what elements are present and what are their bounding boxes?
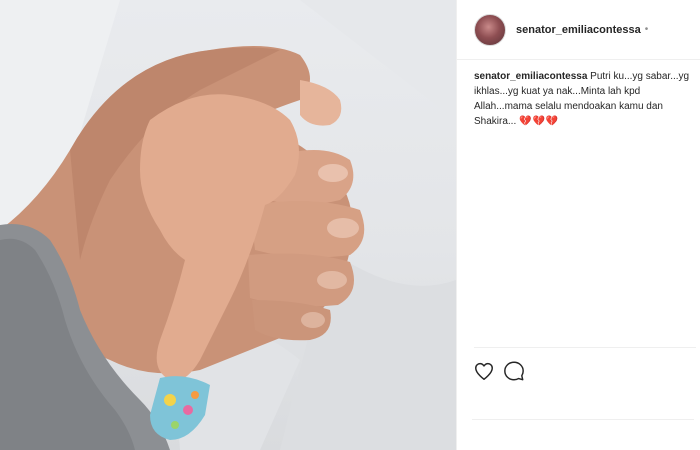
broken-heart-emojis: 💔💔💔 — [519, 116, 560, 127]
actions-divider — [474, 347, 696, 348]
username-link[interactable]: senator_emiliacontessa — [516, 24, 641, 36]
separator-dot: • — [644, 24, 649, 35]
comment-button[interactable] — [503, 360, 525, 382]
post-sidebar: senator_emiliacontessa • senator_emiliac… — [456, 0, 700, 450]
post-photo[interactable] — [0, 0, 456, 450]
avatar[interactable] — [474, 13, 506, 46]
like-button[interactable] — [473, 360, 495, 382]
heart-icon — [475, 362, 493, 380]
caption-username[interactable]: senator_emiliacontessa — [474, 71, 587, 82]
bottom-divider — [472, 419, 694, 420]
instagram-post: senator_emiliacontessa • senator_emiliac… — [0, 0, 700, 450]
comment-icon — [504, 361, 524, 381]
holding-hands-photo — [0, 0, 456, 450]
post-caption: senator_emiliacontessa Putri ku...yg sab… — [474, 69, 692, 129]
post-header: senator_emiliacontessa • — [457, 0, 700, 60]
